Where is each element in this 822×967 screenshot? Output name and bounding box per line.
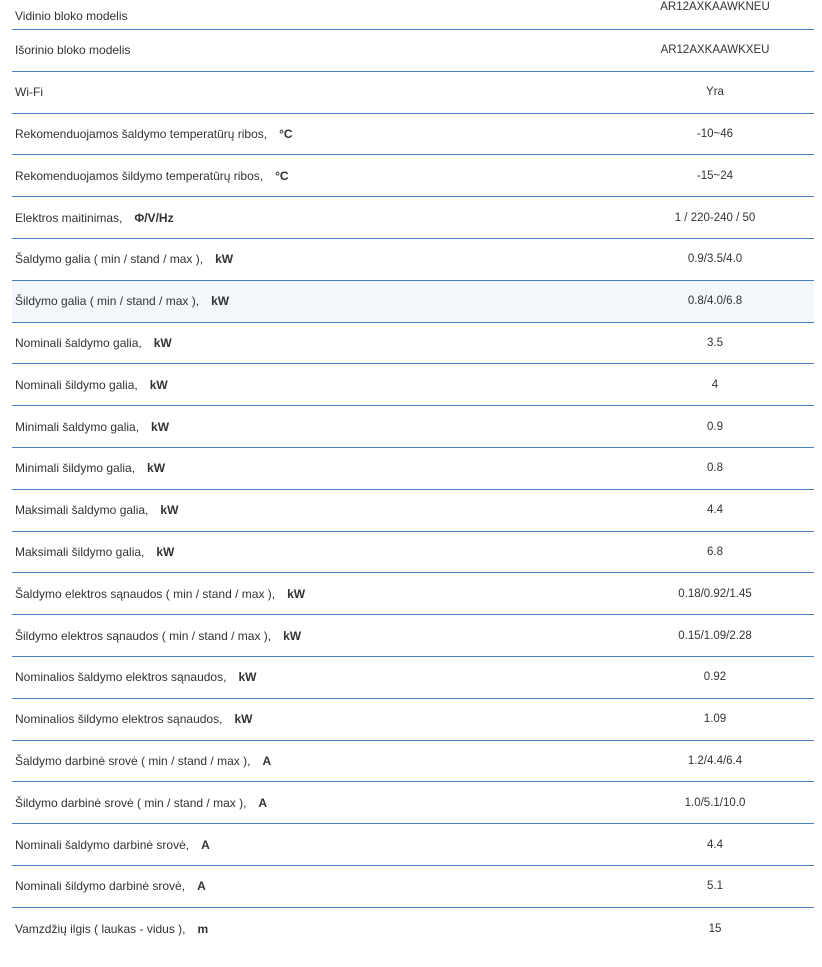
spec-unit: kW	[160, 503, 179, 518]
spec-row-nominal-heating-current: Nominali šildymo darbinė srovė, A 5.1	[12, 866, 814, 908]
spec-label: Išorinio bloko modelis	[15, 43, 131, 58]
spec-row-indoor-model: Vidinio bloko modelis AR12AXKAAWKNEU	[12, 0, 814, 30]
spec-unit: kW	[287, 586, 306, 601]
spec-row-nominal-cooling-capacity: Nominali šaldymo galia, kW 3.5	[12, 323, 814, 365]
spec-row-nominal-heating-capacity: Nominali šildymo galia, kW 4	[12, 364, 814, 407]
spec-value: 4.4	[707, 504, 723, 517]
spec-value: 1.2/4.4/6.4	[687, 754, 743, 767]
spec-label: Šaldymo galia ( min / stand / max ), kW	[15, 252, 234, 267]
spec-table: Vidinio bloko modelis AR12AXKAAWKNEU Išo…	[0, 0, 822, 950]
spec-unit: kW	[153, 335, 172, 350]
spec-unit: A	[201, 837, 210, 852]
spec-row-min-cooling-capacity: Minimali šaldymo galia, kW 0.9	[12, 406, 814, 448]
spec-label: Maksimali šildymo galia, kW	[15, 544, 175, 559]
spec-label: Šildymo galia ( min / stand / max ), kW	[15, 294, 230, 309]
spec-label: Šaldymo elektros sąnaudos ( min / stand …	[15, 586, 306, 601]
spec-row-cooling-capacity: Šaldymo galia ( min / stand / max ), kW 0…	[12, 239, 814, 281]
spec-row-pipe-length: Vamzdžių ilgis ( laukas - vidus ), m 15	[12, 908, 814, 950]
spec-row-outdoor-model: Išorinio bloko modelis AR12AXKAAWKXEU	[12, 30, 814, 72]
spec-unit: A	[258, 795, 268, 810]
spec-row-cooling-temp-range: Rekomenduojamos šaldymo temperatūrų ribo…	[12, 114, 814, 156]
spec-value: 0.8	[707, 462, 723, 475]
spec-row-heating-current: Šildymo darbinė srovė ( min / stand / ma…	[12, 782, 814, 825]
spec-value: 1.0/5.1/10.0	[684, 796, 746, 809]
spec-label: Elektros maitinimas, Φ/V/Hz	[15, 210, 174, 225]
spec-unit: kW	[151, 419, 170, 434]
spec-value: AR12AXKAAWKNEU	[660, 1, 770, 13]
spec-label: Šaldymo darbinė srovė ( min / stand / ma…	[15, 753, 272, 768]
spec-unit: m	[197, 921, 209, 936]
spec-row-wifi: Wi-Fi Yra	[12, 72, 814, 114]
spec-unit: °C	[279, 126, 293, 141]
spec-value: 6.8	[707, 545, 723, 558]
spec-row-power-supply: Elektros maitinimas, Φ/V/Hz 1 / 220-240 /…	[12, 197, 814, 239]
spec-row-max-heating-capacity: Maksimali šildymo galia, kW 6.8	[12, 532, 814, 574]
spec-label: Nominalios šaldymo elektros sąnaudos, kW	[15, 670, 257, 685]
spec-value: 1.09	[703, 713, 727, 726]
spec-row-max-cooling-capacity: Maksimali šaldymo galia, kW 4.4	[12, 490, 814, 532]
spec-value: 4	[711, 378, 719, 391]
spec-value: 0.8/4.0/6.8	[687, 295, 743, 308]
spec-value: 4.4	[707, 838, 723, 851]
spec-row-heating-capacity: Šildymo galia ( min / stand / max ), kW 0…	[12, 280, 814, 323]
spec-value: 0.15/1.09/2.28	[678, 629, 752, 642]
spec-label: Nominali šaldymo darbinė srovė, A	[15, 837, 210, 852]
spec-label: Rekomenduojamos šildymo temperatūrų ribo…	[15, 168, 289, 183]
spec-row-heating-temp-range: Rekomenduojamos šildymo temperatūrų ribo…	[12, 155, 814, 198]
spec-unit: kW	[147, 461, 166, 476]
spec-unit: A	[262, 753, 272, 768]
spec-row-cooling-power-input: Šaldymo elektros sąnaudos ( min / stand …	[12, 573, 814, 616]
spec-unit: kW	[283, 628, 302, 643]
spec-value: 5.1	[707, 880, 723, 893]
spec-unit: kW	[156, 544, 175, 559]
spec-unit: °C	[275, 168, 289, 183]
spec-label: Minimali šildymo galia, kW	[15, 461, 166, 476]
spec-label: Nominalios šildymo elektros sąnaudos, kW	[15, 712, 253, 727]
spec-unit: kW	[211, 294, 230, 309]
spec-unit: kW	[215, 252, 234, 267]
spec-unit: kW	[234, 712, 253, 727]
spec-label: Šildymo elektros sąnaudos ( min / stand …	[15, 628, 302, 643]
spec-value: 1 / 220-240 / 50	[674, 211, 756, 224]
spec-value: 3.5	[707, 336, 723, 349]
spec-unit: Φ/V/Hz	[134, 210, 174, 225]
spec-label: Nominali šildymo galia, kW	[15, 377, 168, 392]
spec-label: Rekomenduojamos šaldymo temperatūrų ribo…	[15, 126, 293, 141]
spec-label: Šildymo darbinė srovė ( min / stand / ma…	[15, 795, 268, 810]
spec-label: Wi-Fi	[15, 85, 43, 100]
spec-value: 15	[708, 922, 722, 935]
spec-row-cooling-current: Šaldymo darbinė srovė ( min / stand / ma…	[12, 741, 814, 783]
spec-value: AR12AXKAAWKXEU	[660, 44, 770, 57]
spec-unit: A	[197, 879, 206, 894]
spec-label: Nominali šaldymo galia, kW	[15, 335, 172, 350]
spec-label: Vidinio bloko modelis	[15, 8, 128, 23]
spec-row-min-heating-capacity: Minimali šildymo galia, kW 0.8	[12, 448, 814, 490]
spec-unit: kW	[149, 377, 168, 392]
spec-row-nominal-cooling-power-input: Nominalios šaldymo elektros sąnaudos, kW …	[12, 657, 814, 699]
spec-value: 0.9	[707, 420, 723, 433]
spec-row-heating-power-input: Šildymo elektros sąnaudos ( min / stand …	[12, 615, 814, 657]
spec-row-nominal-cooling-current: Nominali šaldymo darbinė srovė, A 4.4	[12, 824, 814, 866]
spec-value: -15~24	[696, 169, 734, 182]
spec-label: Maksimali šaldymo galia, kW	[15, 503, 179, 518]
spec-value: 0.9/3.5/4.0	[687, 253, 743, 266]
spec-value: -10~46	[696, 127, 734, 140]
spec-unit: kW	[238, 670, 257, 685]
spec-value: 0.18/0.92/1.45	[678, 587, 752, 600]
spec-value: 0.92	[703, 671, 727, 684]
spec-value: Yra	[706, 86, 724, 99]
spec-label: Minimali šaldymo galia, kW	[15, 419, 170, 434]
spec-label: Nominali šildymo darbinė srovė, A	[15, 879, 206, 894]
spec-row-nominal-heating-power-input: Nominalios šildymo elektros sąnaudos, kW …	[12, 699, 814, 741]
spec-label: Vamzdžių ilgis ( laukas - vidus ), m	[15, 921, 209, 936]
